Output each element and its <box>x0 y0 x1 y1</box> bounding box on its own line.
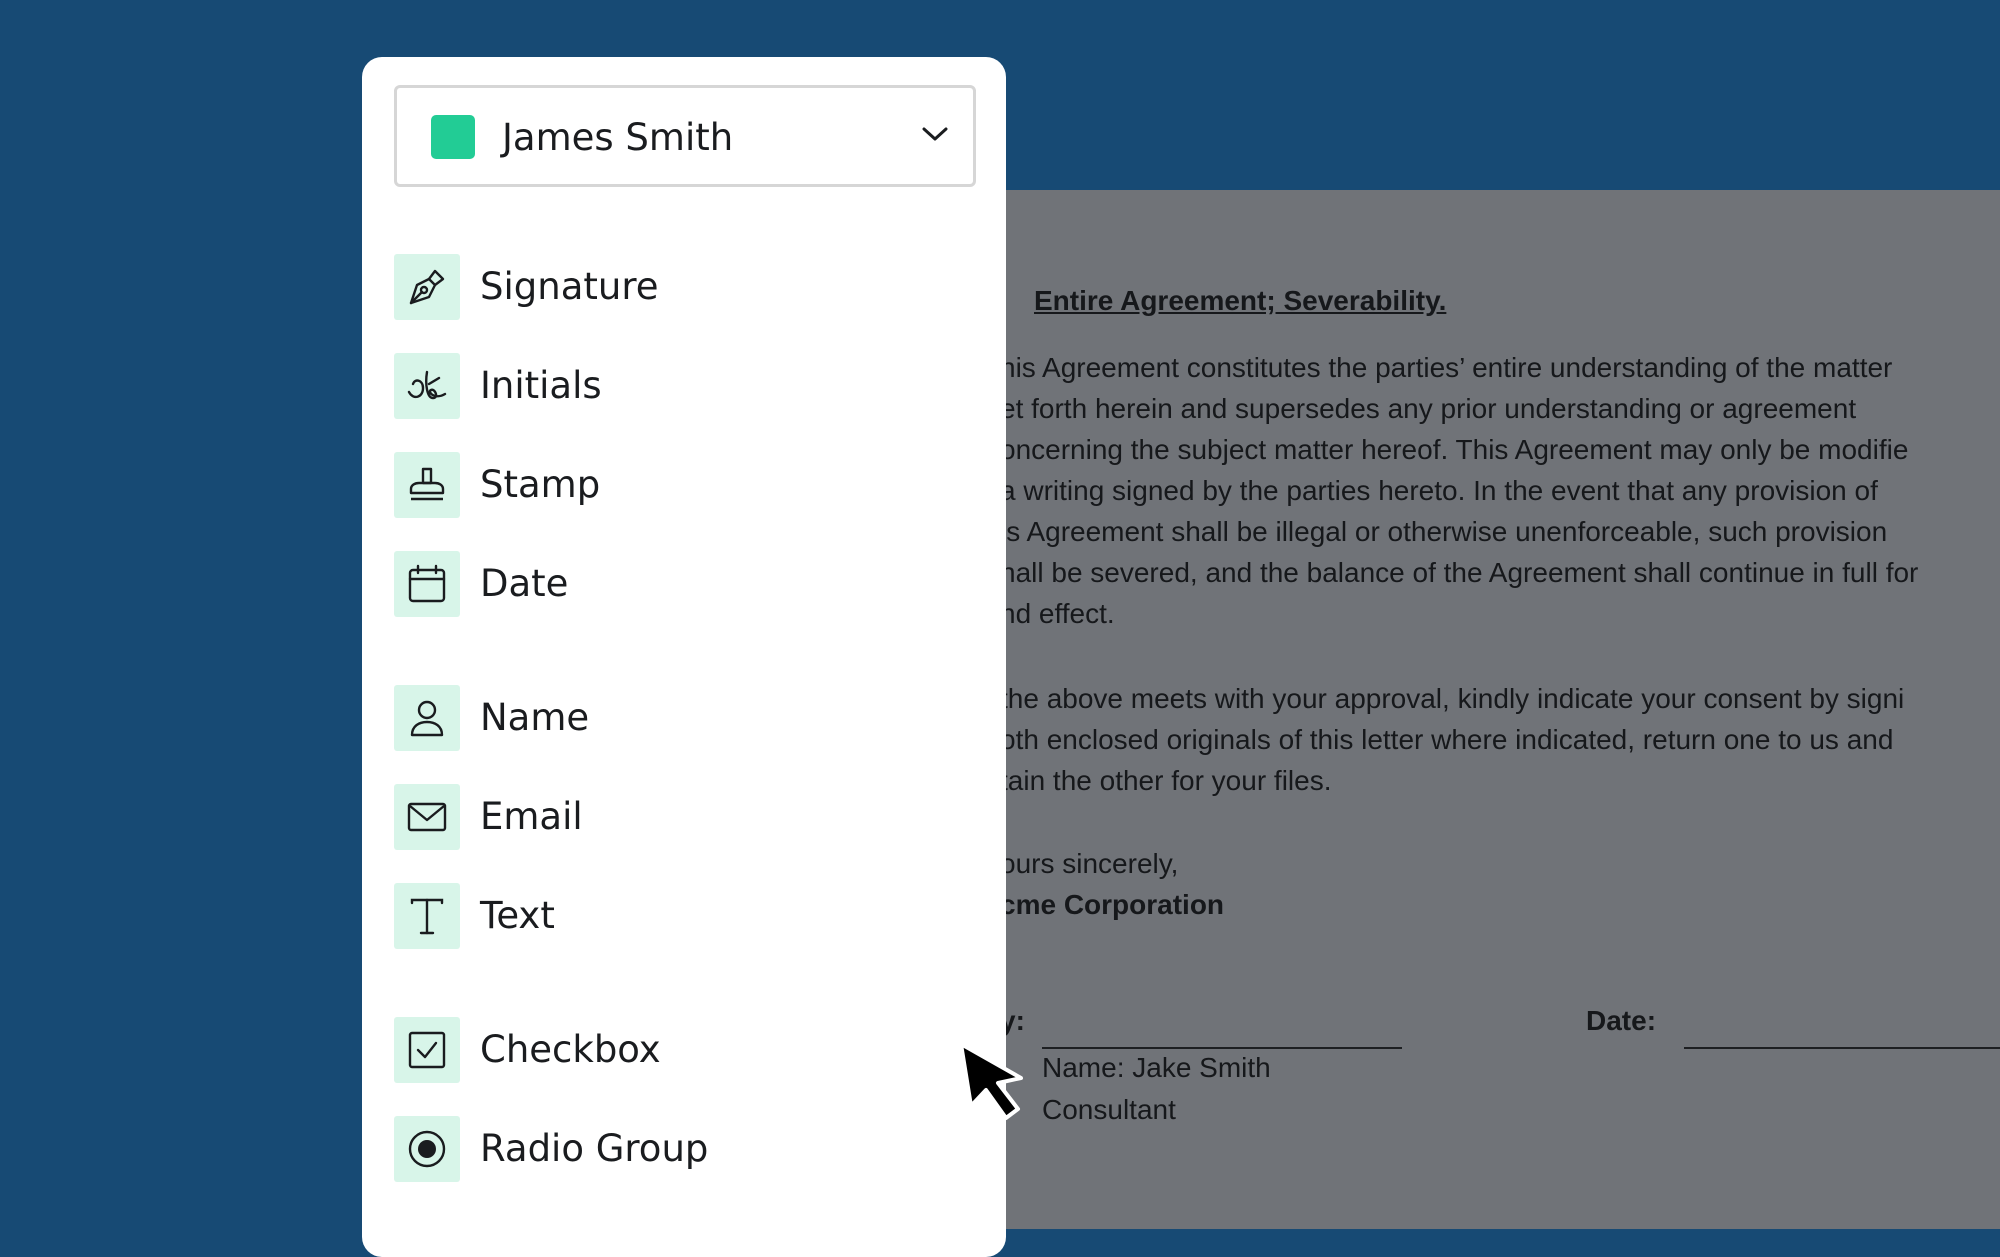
field-label: Email <box>480 795 583 838</box>
field-initials[interactable]: Initials <box>394 353 954 419</box>
signer-name: Name: Jake Smith <box>1042 1052 1271 1083</box>
paragraph-line: a writing signed by the parties hereto. … <box>1000 475 1878 506</box>
paragraph-line: is Agreement shall be illegal or otherwi… <box>1000 516 1888 547</box>
field-icon-tile <box>394 1017 460 1083</box>
calendar-icon <box>408 564 446 603</box>
field-palette-panel: James Smith Signature Initials Stamp Dat… <box>362 57 1006 1257</box>
field-label: Name <box>480 696 590 739</box>
field-icon-tile <box>394 784 460 850</box>
initials-scribble-icon <box>407 370 447 400</box>
paragraph-line: his Agreement constitutes the parties’ e… <box>1000 352 1893 383</box>
field-text[interactable]: Text <box>394 883 954 949</box>
field-label: Stamp <box>480 463 601 506</box>
section-heading: Entire Agreement; Severability. <box>1000 285 1446 317</box>
stamp-icon <box>409 467 445 501</box>
company-name: cme Corporation <box>1000 889 1225 920</box>
field-icon-tile <box>394 254 460 320</box>
paragraph-line: tain the other for your files. <box>1000 765 1332 796</box>
field-label: Signature <box>480 265 659 308</box>
document-preview: Entire Agreement; Severability. his Agre… <box>1000 190 2000 1229</box>
field-signature[interactable]: Signature <box>394 254 954 320</box>
signer-title: Consultant <box>1042 1094 1176 1125</box>
paragraph-line: oncerning the subject matter hereof. Thi… <box>1000 434 1909 465</box>
field-label: Radio Group <box>480 1127 709 1170</box>
date-label: Date: <box>1586 1005 1657 1036</box>
radio-icon <box>408 1130 446 1168</box>
section-title: Entire Agreement; Severability. <box>1034 285 1447 316</box>
field-radio-group[interactable]: Radio Group <box>394 1116 954 1182</box>
person-icon <box>410 700 444 737</box>
field-label: Date <box>480 562 569 605</box>
field-checkbox[interactable]: Checkbox <box>394 1017 954 1083</box>
recipient-dropdown[interactable]: James Smith <box>394 85 976 187</box>
paragraph-agreement: his Agreement constitutes the parties’ e… <box>1000 347 2000 634</box>
text-t-icon <box>410 898 444 935</box>
paragraph-line: et forth herein and supersedes any prior… <box>1000 393 1857 424</box>
paragraph-line: nd effect. <box>1000 598 1115 629</box>
closing-text: ours sincerely, <box>1000 848 1179 879</box>
field-email[interactable]: Email <box>394 784 954 850</box>
field-stamp[interactable]: Stamp <box>394 452 954 518</box>
field-icon-tile <box>394 353 460 419</box>
field-label: Checkbox <box>480 1028 661 1071</box>
mouse-pointer-icon <box>959 1042 1023 1120</box>
date-line <box>1684 1047 2000 1049</box>
paragraph-approval: the above meets with your approval, kind… <box>1000 678 2000 801</box>
field-name[interactable]: Name <box>394 685 954 751</box>
field-icon-tile <box>394 452 460 518</box>
signer-block: Name: Jake Smith Consultant <box>1042 1047 1271 1131</box>
checkbox-icon <box>408 1031 446 1069</box>
envelope-icon <box>407 802 447 832</box>
field-label: Initials <box>480 364 602 407</box>
field-icon-tile <box>394 685 460 751</box>
field-date[interactable]: Date <box>394 551 954 617</box>
paragraph-line: hall be severed, and the balance of the … <box>1000 557 1919 588</box>
recipient-color-swatch <box>431 115 475 159</box>
paragraph-line: the above meets with your approval, kind… <box>1000 683 1905 714</box>
closing-block: ours sincerely, cme Corporation <box>1000 843 1224 925</box>
field-icon-tile <box>394 1116 460 1182</box>
field-icon-tile <box>394 883 460 949</box>
field-icon-tile <box>394 551 460 617</box>
paragraph-line: oth enclosed originals of this letter wh… <box>1000 724 1894 755</box>
pen-nib-icon <box>409 269 445 305</box>
field-label: Text <box>480 894 555 937</box>
chevron-down-icon <box>922 127 948 141</box>
recipient-name: James Smith <box>502 116 734 159</box>
